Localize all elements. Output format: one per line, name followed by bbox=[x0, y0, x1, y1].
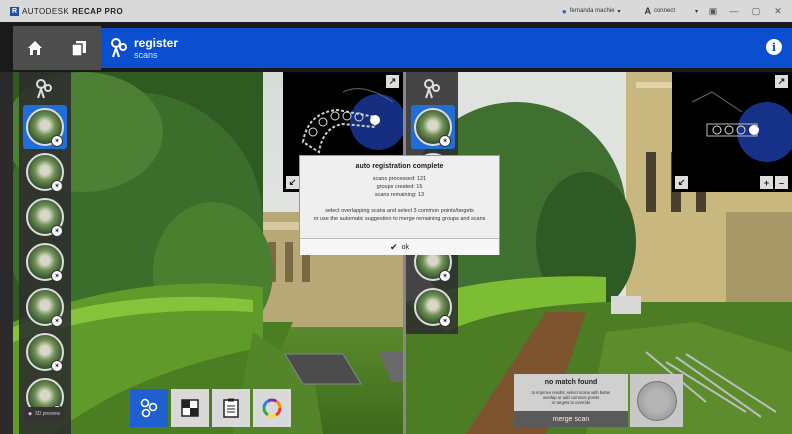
ok-button[interactable]: ✔ ok bbox=[300, 238, 499, 255]
scan-link-icon: ✶ bbox=[51, 360, 63, 372]
zoom-out-icon[interactable]: – bbox=[775, 176, 788, 189]
scans-remaining: scans remaining: 13 bbox=[374, 192, 425, 198]
color-mode-button[interactable] bbox=[253, 389, 291, 427]
copy-icon bbox=[71, 41, 86, 57]
scan-link-icon: ✶ bbox=[51, 180, 63, 192]
title-bar-controls: ● fernanda machie ▾ A connect ▾ ▣ — ▢ ✕ bbox=[562, 0, 784, 22]
no-match-title: no match found bbox=[544, 379, 598, 386]
groups-created: groups created: 15 bbox=[376, 184, 423, 190]
collapse-icon[interactable]: ↙ bbox=[675, 176, 688, 189]
scan-link-icon: ✶ bbox=[439, 135, 451, 147]
recap-window: R AUTODESK RECAP PRO ● fernanda machie ▾… bbox=[0, 0, 792, 434]
cube-icon: ◆ bbox=[28, 411, 32, 417]
user-menu[interactable]: ● fernanda machie ▾ bbox=[562, 7, 621, 16]
report-tool-button[interactable] bbox=[212, 389, 250, 427]
chevron-down-icon[interactable]: ▾ bbox=[695, 8, 698, 15]
info-button[interactable]: i bbox=[766, 39, 782, 55]
target-preview[interactable] bbox=[630, 374, 683, 427]
app-logo: R AUTODESK RECAP PRO bbox=[10, 6, 124, 16]
notifications-icon[interactable]: ▣ bbox=[708, 6, 718, 16]
title-bar: R AUTODESK RECAP PRO ● fernanda machie ▾… bbox=[0, 0, 792, 22]
scan-link-icon: ✶ bbox=[51, 225, 63, 237]
minimap-plan bbox=[691, 91, 792, 162]
mode-subtitle: scans bbox=[134, 50, 158, 60]
register-scans-icon bbox=[111, 38, 127, 58]
home-button[interactable] bbox=[13, 26, 57, 70]
scan-link-icon: ✶ bbox=[51, 270, 63, 282]
target-tool-button[interactable] bbox=[171, 389, 209, 427]
product-name: RECAP PRO bbox=[72, 6, 124, 16]
home-icon bbox=[28, 41, 42, 55]
merge-scan-button[interactable]: merge scan bbox=[514, 411, 628, 427]
dialog-title: auto registration complete bbox=[355, 163, 444, 170]
auto-registration-dialog: auto registration complete scans process… bbox=[299, 155, 500, 255]
zoom-in-icon[interactable]: + bbox=[760, 176, 773, 189]
user-icon: ● bbox=[561, 6, 567, 16]
chevron-down-icon: ▾ bbox=[617, 8, 621, 15]
scan-link-icon: ✶ bbox=[51, 135, 63, 147]
scans-processed: scans processed: 121 bbox=[372, 176, 427, 182]
project-button[interactable] bbox=[57, 26, 101, 70]
instruction-line-2: or use the automatic suggestion to merge… bbox=[313, 216, 486, 222]
close-button[interactable]: ✕ bbox=[772, 6, 784, 17]
cube-label: 3D preview bbox=[34, 411, 60, 417]
no-match-desc-3: or targets to override bbox=[551, 400, 591, 405]
target-circle-icon bbox=[636, 380, 677, 421]
mode-banner bbox=[101, 28, 792, 68]
minimize-button[interactable]: — bbox=[728, 6, 740, 16]
instruction-line-1: select overlapping scans and select 3 co… bbox=[325, 208, 474, 214]
mode-title: register bbox=[134, 36, 179, 50]
restore-button[interactable]: ▢ bbox=[750, 6, 762, 17]
a360-icon: A bbox=[644, 6, 651, 16]
clipboard-icon bbox=[223, 398, 239, 418]
scan-link-icon: ✶ bbox=[439, 270, 451, 282]
group-tool-button[interactable] bbox=[130, 389, 168, 427]
expand-icon[interactable]: ↗ bbox=[386, 75, 399, 88]
connect-menu[interactable]: A connect bbox=[644, 6, 675, 16]
scan-link-icon: ✶ bbox=[439, 315, 451, 327]
user-name: fernanda machie bbox=[569, 8, 615, 14]
checkerboard-icon bbox=[181, 399, 199, 417]
color-wheel-icon bbox=[262, 398, 282, 418]
collapse-icon[interactable]: ↙ bbox=[286, 176, 299, 189]
scan-link-icon: ✶ bbox=[51, 315, 63, 327]
cube-preview[interactable]: ◆ 3D preview bbox=[24, 407, 64, 421]
connect-label: connect bbox=[653, 8, 675, 14]
right-minimap[interactable]: ↗ ↙ + – bbox=[672, 72, 792, 192]
ok-label: ok bbox=[401, 243, 409, 251]
group-icon bbox=[140, 398, 158, 418]
register-scans-icon[interactable] bbox=[421, 78, 443, 100]
checkmark-icon: ✔ bbox=[390, 241, 398, 252]
brand-name: AUTODESK bbox=[22, 6, 70, 16]
register-scans-icon[interactable] bbox=[33, 78, 55, 100]
recap-logo-icon: R bbox=[10, 6, 19, 16]
expand-icon[interactable]: ↗ bbox=[775, 75, 788, 88]
left-edge bbox=[0, 72, 13, 434]
